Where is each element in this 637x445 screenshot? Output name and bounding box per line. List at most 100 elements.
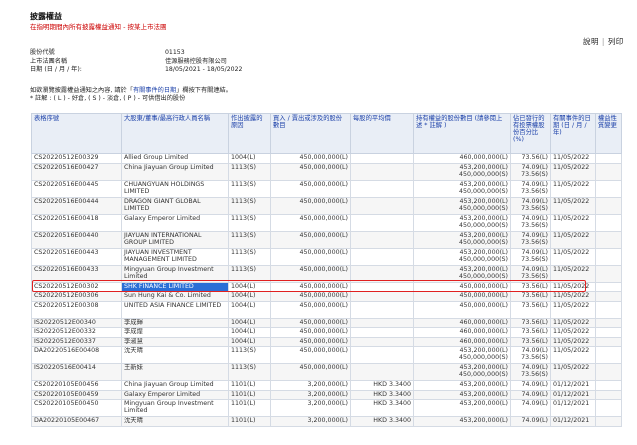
- link-separator: |: [601, 37, 605, 46]
- table-row[interactable]: DA20220516E00408 沈天晴 1113(S) 450,000,000(L)…: [31, 346, 622, 364]
- table-row[interactable]: CS20220512E00308 UNITED ASIA FINANCE LIMI…: [31, 300, 622, 319]
- percentage-value: 74.09(L): [521, 381, 548, 388]
- table-row[interactable]: IS20220512E00337 李淑慧 1004(L) 450,000,000(L)…: [31, 336, 622, 347]
- percentage-value: 73.56(S): [521, 354, 548, 362]
- percentage-value: 73.56(S): [521, 371, 548, 379]
- cell-event-date-link[interactable]: 11/05/2022: [550, 336, 596, 347]
- cell-event-date-link[interactable]: 11/05/2022: [550, 230, 596, 249]
- percentage-value: 74.09(L): [521, 417, 548, 424]
- cell-holder-name: 李成煌: [121, 327, 229, 338]
- col-header-shares-involved[interactable]: 買入 / 賣出或涉及的股份數目: [270, 113, 351, 154]
- meta-label: 上市法團名稱: [30, 57, 68, 65]
- cell-reason: 1101(L): [228, 416, 271, 427]
- cell-percentage: 74.09(L): [510, 416, 551, 427]
- cell-event-date-link[interactable]: 11/05/2022: [550, 179, 596, 198]
- percentage-value: 74.09(L): [521, 214, 548, 222]
- shares-held-value: 453,200,000(L): [459, 400, 508, 408]
- table-row[interactable]: CS20220105E00456 China Jiayuan Group Limi…: [31, 380, 622, 391]
- help-link[interactable]: 說明: [583, 37, 599, 46]
- cell-form-serial: IS20220512E00340: [31, 317, 122, 328]
- cell-event-date-link[interactable]: 11/05/2022: [550, 300, 596, 319]
- col-header-avg-price[interactable]: 每股的平均價: [350, 113, 414, 154]
- percentage-value: 74.09(L): [521, 197, 548, 205]
- col-header-percentage[interactable]: 佔已發行的有投票權股份百分比 (%): [510, 113, 551, 154]
- col-header-event-date[interactable]: 有關事件的日期 (日 / 月 / 年): [550, 113, 596, 154]
- cell-form-serial: CS20220516E00427: [31, 162, 122, 181]
- cell-event-date-link[interactable]: 01/12/2021: [550, 416, 596, 427]
- col-header-form-serial[interactable]: 表格序號: [31, 113, 122, 154]
- cell-form-serial: CS20220512E00306: [31, 291, 122, 302]
- table-row[interactable]: CS20220516E00440 JIAYUAN INTERNATIONAL GR…: [31, 230, 622, 249]
- instruction-line: 如欲瀏覽披露權益通知之內容, 請於「有關事件的日期」欄按下有關連結。: [30, 87, 232, 95]
- instruction-text: 如欲瀏覽披露權益通知之內容, 請於「: [30, 87, 133, 94]
- cell-avg-price: [350, 179, 414, 198]
- table-row[interactable]: CS20220512E00306 Sun Hung Kai & Co. Limit…: [31, 291, 622, 302]
- cell-reason: 1004(L): [228, 153, 271, 164]
- cell-holder-name: 沈天晴: [121, 416, 229, 427]
- cell-interest-change: [595, 346, 622, 364]
- cell-event-date-link[interactable]: 11/05/2022: [550, 196, 596, 215]
- percentage-value: 73.56(S): [521, 204, 548, 212]
- cell-shares-involved: 450,000,000(L): [270, 336, 351, 347]
- cell-reason: 1004(L): [228, 327, 271, 338]
- shares-held-value: 453,200,000(L): [459, 347, 508, 355]
- col-header-shares-held[interactable]: 持有權益的股份數目 (請參閱上述 * 註解 ): [413, 113, 511, 154]
- cell-form-serial: CS20220512E00302: [31, 281, 122, 292]
- cell-avg-price: [350, 153, 414, 164]
- cell-shares-held: 453,200,000(L) 450,000,000(S): [413, 230, 511, 249]
- table-row[interactable]: IS20220516E00414 王新妹 1113(S) 450,000,000(L)…: [31, 363, 622, 381]
- cell-shares-held: 453,200,000(L) 450,000,000(S): [413, 162, 511, 181]
- print-link[interactable]: 列印: [608, 37, 624, 46]
- table-row[interactable]: DA20220105E00467 沈天晴 1101(L) 3,200,000(L) HK…: [31, 416, 622, 427]
- cell-event-date-link[interactable]: 11/05/2022: [550, 281, 596, 292]
- cell-avg-price: [350, 162, 414, 181]
- shares-held-value: 450,000,000(S): [459, 238, 508, 246]
- cell-event-date-link[interactable]: 11/05/2022: [550, 247, 596, 266]
- cell-reason: 1113(S): [228, 162, 271, 181]
- cell-event-date-link[interactable]: 01/12/2021: [550, 399, 596, 417]
- cell-event-date-link[interactable]: 11/05/2022: [550, 264, 596, 283]
- cell-interest-change: [595, 179, 622, 198]
- table-row[interactable]: CS20220516E00433 Mingyuan Group Investmen…: [31, 264, 622, 283]
- cell-avg-price: [350, 346, 414, 364]
- legend-line: * 註解 : ( L ) - 好倉, ( S ) - 淡倉, ( P ) - 可…: [30, 95, 186, 102]
- cell-avg-price: [350, 281, 414, 292]
- cell-event-date-link[interactable]: 11/05/2022: [550, 291, 596, 302]
- cell-event-date-link[interactable]: 01/12/2021: [550, 380, 596, 391]
- col-header-interest-change[interactable]: 權益性質變更: [595, 113, 622, 154]
- table-row[interactable]: CS20220512E00329 Allied Group Limited 1004…: [31, 153, 622, 164]
- percentage-value: 74.09(L): [521, 231, 548, 239]
- cell-form-serial: CS20220516E00443: [31, 247, 122, 266]
- table-row[interactable]: IS20220512E00332 李成煌 1004(L) 450,000,000(L)…: [31, 327, 622, 338]
- cell-reason: 1113(S): [228, 264, 271, 283]
- cell-event-date-link[interactable]: 11/05/2022: [550, 162, 596, 181]
- cell-interest-change: [595, 399, 622, 417]
- table-row[interactable]: CS20220516E00445 CHUANGYUAN HOLDINGS LIMI…: [31, 179, 622, 198]
- cell-event-date-link[interactable]: 11/05/2022: [550, 213, 596, 232]
- cell-event-date-link[interactable]: 11/05/2022: [550, 153, 596, 164]
- shares-held-value: 450,000,000(S): [459, 255, 508, 263]
- table-row[interactable]: CS20220516E00443 JIAYUAN INVESTMENT MANAG…: [31, 247, 622, 266]
- table-row[interactable]: CS20220516E00418 Galaxy Emperor Limited 11…: [31, 213, 622, 232]
- table-row[interactable]: IS20220512E00340 李成輝 1004(L) 450,000,000(L)…: [31, 317, 622, 328]
- cell-event-date-link[interactable]: 01/12/2021: [550, 389, 596, 400]
- table-row[interactable]: CS20220105E00459 Galaxy Emperor Limited 11…: [31, 389, 622, 400]
- cell-avg-price: [350, 291, 414, 302]
- table-row[interactable]: CS20220516E00427 China Jiayuan Group Limi…: [31, 162, 622, 181]
- cell-event-date-link[interactable]: 11/05/2022: [550, 317, 596, 328]
- cell-reason: 1004(L): [228, 317, 271, 328]
- table-row[interactable]: CS20220516E00444 DRAGON GIANT GLOBAL LIMI…: [31, 196, 622, 215]
- cell-shares-involved: 3,200,000(L): [270, 399, 351, 417]
- disclosure-table: 表格序號 大股東/董事/最高行政人員名稱 作出披露的原因 買入 / 賣出或涉及的…: [31, 113, 622, 427]
- cell-event-date-link[interactable]: 11/05/2022: [550, 363, 596, 381]
- table-row[interactable]: CS20220512E00302 SHK FINANCE LIMITED 1004(…: [31, 281, 622, 292]
- meta-label: 日期 (日 / 月 / 年):: [30, 66, 82, 74]
- shares-held-value: 460,000,000(L): [459, 328, 508, 335]
- col-header-holder-name[interactable]: 大股東/董事/最高行政人員名稱: [121, 113, 229, 154]
- cell-event-date-link[interactable]: 11/05/2022: [550, 327, 596, 338]
- cell-event-date-link[interactable]: 11/05/2022: [550, 346, 596, 364]
- col-header-reason[interactable]: 作出披露的原因: [228, 113, 271, 154]
- cell-holder-name: 王新妹: [121, 363, 229, 381]
- cell-shares-held: 453,200,000(L): [413, 399, 511, 417]
- table-row[interactable]: CS20220105E00450 Mingyuan Group Investmen…: [31, 399, 622, 417]
